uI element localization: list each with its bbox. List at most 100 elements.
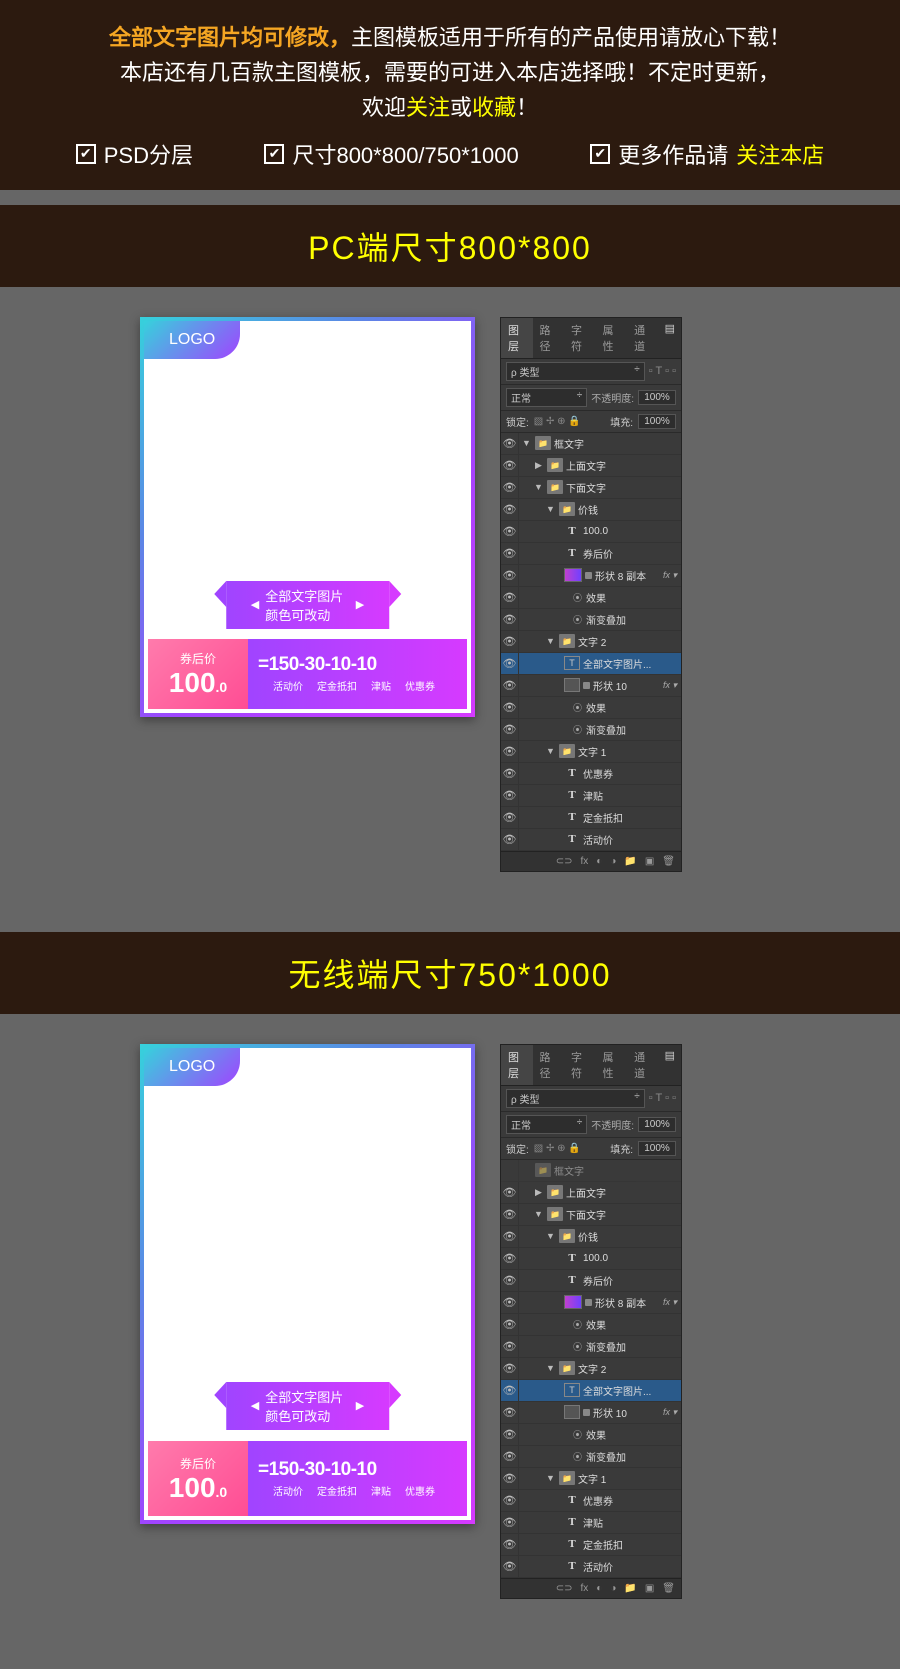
layer-text-100[interactable]: 👁T100.0 <box>501 1248 681 1270</box>
layer-shape-8[interactable]: 👁形状 8 副本fx ▾ <box>501 565 681 587</box>
layer-text-coupon[interactable]: 👁T券后价 <box>501 1270 681 1292</box>
tab-paths[interactable]: 路径 <box>533 318 565 358</box>
layer-text-youhuiquan[interactable]: 👁T优惠券 <box>501 763 681 785</box>
new-icon[interactable]: ▣ <box>645 1583 654 1594</box>
folder-icon[interactable]: 📁 <box>624 856 636 867</box>
layer-fx-label[interactable]: 👁⦿效果 <box>501 697 681 719</box>
panel-footer: ⊂⊃ fx ◐ ◑ 📁 ▣ 🗑 <box>501 1578 681 1598</box>
layer-fx-label[interactable]: 👁⦿效果 <box>501 1314 681 1336</box>
layer-folder-frame-partial[interactable]: 📁框文字 <box>501 1160 681 1182</box>
layer-folder-top-text[interactable]: 👁▶📁上面文字 <box>501 1182 681 1204</box>
visibility-icon: 👁 <box>501 785 519 806</box>
tab-properties[interactable]: 属性 <box>596 318 628 358</box>
visibility-icon: 👁 <box>501 1336 519 1357</box>
check-icon: ✔ <box>76 144 96 164</box>
filter-type-dropdown[interactable]: ρ 类型÷ <box>506 362 645 381</box>
coupon-label: 券后价 <box>180 650 216 667</box>
layer-text-all-selected[interactable]: 👁T全部文字图片... <box>501 653 681 675</box>
layer-text-coupon[interactable]: 👁T券后价 <box>501 543 681 565</box>
price-strip: 券后价 100.0 =150-30-10-10 活动价 定金抵扣 津贴 优惠券 <box>148 1441 467 1516</box>
tab-paths[interactable]: 路径 <box>533 1045 565 1085</box>
price-breakdown: =150-30-10-10 <box>258 1459 457 1481</box>
opacity-input[interactable]: 100% <box>638 390 676 405</box>
fx-icon[interactable]: fx <box>581 856 589 867</box>
trash-icon[interactable]: 🗑 <box>662 856 675 867</box>
tab-layers[interactable]: 图层 <box>501 1045 533 1085</box>
visibility-icon: 👁 <box>501 631 519 652</box>
blend-mode-dropdown[interactable]: 正常÷ <box>506 1115 587 1134</box>
layer-shape-10[interactable]: 👁形状 10fx ▾ <box>501 675 681 697</box>
visibility-icon: 👁 <box>501 1270 519 1291</box>
layer-text-youhuiquan[interactable]: 👁T优惠券 <box>501 1490 681 1512</box>
panel-tabs: 图层 路径 字符 属性 通道 ▤ <box>501 318 681 359</box>
features-row: ✔ PSD分层 ✔ 尺寸800*800/750*1000 ✔ 更多作品请关注本店 <box>40 138 860 170</box>
visibility-icon: 👁 <box>501 1402 519 1423</box>
promo-banner: 全部文字图片均可修改，主图模板适用于所有的产品使用请放心下载！ 本店还有几百款主… <box>0 0 900 190</box>
tab-layers[interactable]: 图层 <box>501 318 533 358</box>
visibility-icon: 👁 <box>501 609 519 630</box>
tab-channels[interactable]: 通道 <box>627 318 659 358</box>
layer-text-dingjin[interactable]: 👁T定金抵扣 <box>501 807 681 829</box>
new-icon[interactable]: ▣ <box>645 856 654 867</box>
layer-folder-bottom-text[interactable]: 👁▼📁下面文字 <box>501 477 681 499</box>
adjust-icon[interactable]: ◑ <box>610 1583 616 1594</box>
layer-folder-price[interactable]: 👁▼📁价钱 <box>501 1226 681 1248</box>
layer-folder-price[interactable]: 👁▼📁价钱 <box>501 499 681 521</box>
layer-folder-text1[interactable]: 👁▼📁文字 1 <box>501 741 681 763</box>
layer-fx-gradient[interactable]: 👁⦿渐变叠加 <box>501 1446 681 1468</box>
mask-icon[interactable]: ◐ <box>596 1583 602 1594</box>
layer-fx-gradient[interactable]: 👁⦿渐变叠加 <box>501 719 681 741</box>
layer-shape-8[interactable]: 👁形状 8 副本fx ▾ <box>501 1292 681 1314</box>
fx-icon[interactable]: fx <box>581 1583 589 1594</box>
layer-text-huodong[interactable]: 👁T活动价 <box>501 829 681 851</box>
link-icon[interactable]: ⊂⊃ <box>556 1583 573 1594</box>
folder-icon[interactable]: 📁 <box>624 1583 636 1594</box>
fill-input[interactable]: 100% <box>638 414 676 429</box>
visibility-icon: 👁 <box>501 1490 519 1511</box>
layer-fx-gradient[interactable]: 👁⦿渐变叠加 <box>501 1336 681 1358</box>
lock-icons[interactable]: ▧ ✢ ⊕ 🔒 <box>534 416 581 427</box>
mask-icon[interactable]: ◐ <box>596 856 602 867</box>
check-icon: ✔ <box>590 144 610 164</box>
layer-text-jintie[interactable]: 👁T津贴 <box>501 785 681 807</box>
layer-text-huodong[interactable]: 👁T活动价 <box>501 1556 681 1578</box>
layer-fx-label[interactable]: 👁⦿效果 <box>501 1424 681 1446</box>
price-strip: 券后价 100.0 =150-30-10-10 活动价 定金抵扣 津贴 优惠券 <box>148 639 467 709</box>
layer-text-jintie[interactable]: 👁T津贴 <box>501 1512 681 1534</box>
adjust-icon[interactable]: ◑ <box>610 856 616 867</box>
tab-character[interactable]: 字符 <box>564 1045 596 1085</box>
layer-folder-bottom-text[interactable]: 👁▼📁下面文字 <box>501 1204 681 1226</box>
mobile-section-title: 无线端尺寸750*1000 <box>0 932 900 1014</box>
pc-section-title: PC端尺寸800*800 <box>0 205 900 287</box>
panel-menu-icon[interactable]: ▤ <box>659 1045 681 1085</box>
layer-folder-text1[interactable]: 👁▼📁文字 1 <box>501 1468 681 1490</box>
tab-channels[interactable]: 通道 <box>627 1045 659 1085</box>
link-icon[interactable]: ⊂⊃ <box>556 856 573 867</box>
coupon-label: 券后价 <box>180 1455 216 1472</box>
layer-text-100[interactable]: 👁T100.0 <box>501 521 681 543</box>
layer-folder-text2[interactable]: 👁▼📁文字 2 <box>501 631 681 653</box>
arrow-left-icon: ◀ <box>251 598 259 611</box>
visibility-icon: 👁 <box>501 499 519 520</box>
layer-shape-10[interactable]: 👁形状 10fx ▾ <box>501 1402 681 1424</box>
layer-text-all-selected[interactable]: 👁T全部文字图片... <box>501 1380 681 1402</box>
visibility-icon: 👁 <box>501 565 519 586</box>
layer-folder-top-text[interactable]: 👁▶📁上面文字 <box>501 455 681 477</box>
opacity-input[interactable]: 100% <box>638 1117 676 1132</box>
tab-properties[interactable]: 属性 <box>596 1045 628 1085</box>
panel-menu-icon[interactable]: ▤ <box>659 318 681 358</box>
layer-folder-text2[interactable]: 👁▼📁文字 2 <box>501 1358 681 1380</box>
blend-mode-dropdown[interactable]: 正常÷ <box>506 388 587 407</box>
visibility-icon: 👁 <box>501 1468 519 1489</box>
visibility-icon: 👁 <box>501 1512 519 1533</box>
lock-icons[interactable]: ▧ ✢ ⊕ 🔒 <box>534 1143 581 1154</box>
layer-folder-frame[interactable]: 👁▼📁框文字 <box>501 433 681 455</box>
layer-fx-label[interactable]: 👁⦿效果 <box>501 587 681 609</box>
editable-ribbon: ◀ 全部文字图片颜色可改动 ▶ <box>226 1382 390 1430</box>
filter-type-dropdown[interactable]: ρ 类型÷ <box>506 1089 645 1108</box>
layer-text-dingjin[interactable]: 👁T定金抵扣 <box>501 1534 681 1556</box>
layer-fx-gradient[interactable]: 👁⦿渐变叠加 <box>501 609 681 631</box>
fill-input[interactable]: 100% <box>638 1141 676 1156</box>
tab-character[interactable]: 字符 <box>564 318 596 358</box>
trash-icon[interactable]: 🗑 <box>662 1583 675 1594</box>
